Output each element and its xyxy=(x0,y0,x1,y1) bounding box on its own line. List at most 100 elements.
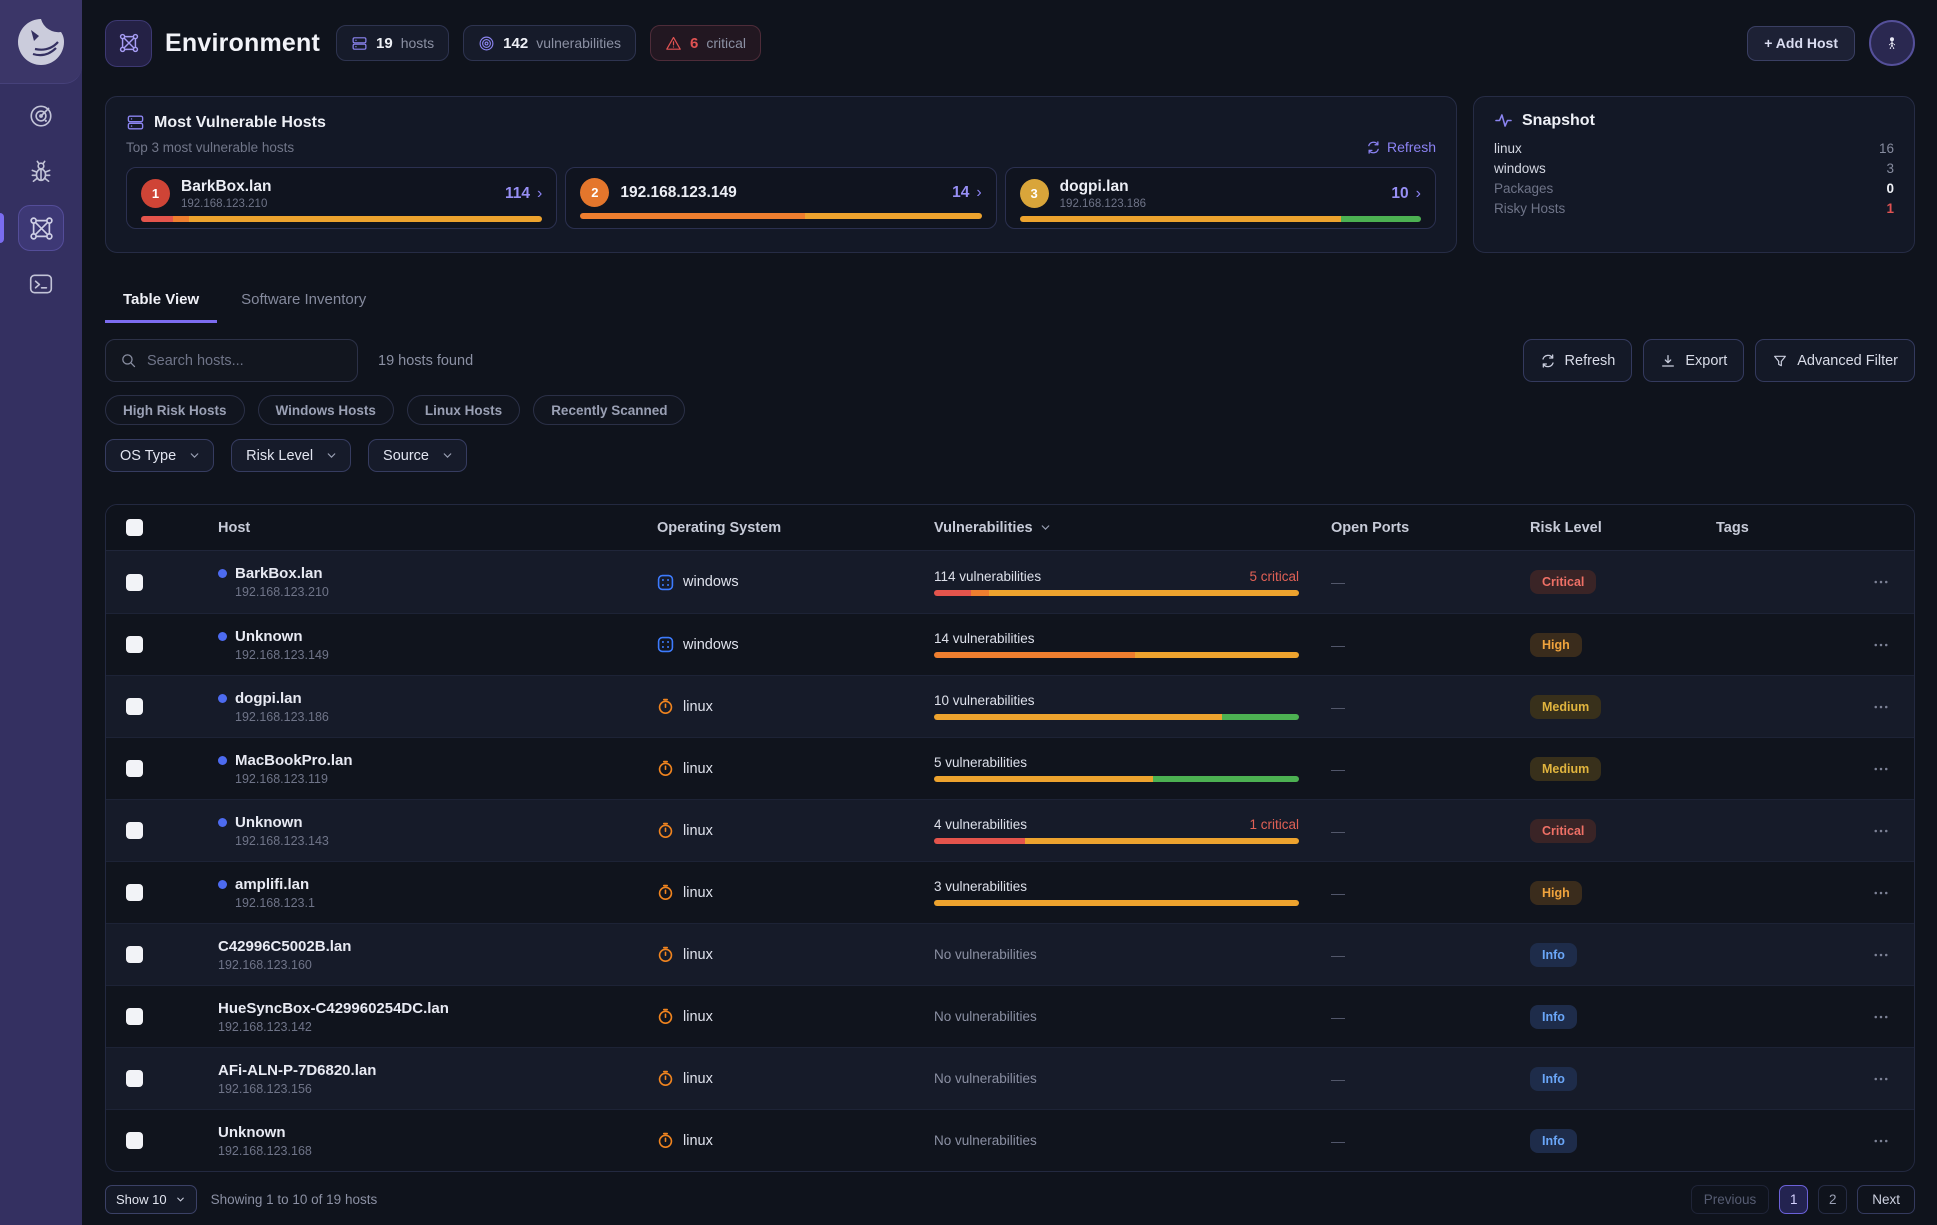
sidebar-item-bug[interactable] xyxy=(0,149,82,195)
table-row[interactable]: Unknown192.168.123.149windows14 vulnerab… xyxy=(106,613,1914,675)
avatar[interactable] xyxy=(1869,20,1915,66)
more-actions-button[interactable] xyxy=(1872,573,1890,591)
sidebar-item-terminal[interactable] xyxy=(0,261,82,307)
row-checkbox[interactable] xyxy=(126,1070,143,1087)
tab-software-inventory[interactable]: Software Inventory xyxy=(223,283,384,323)
row-select-cell xyxy=(106,574,198,591)
sidebar-item-radar[interactable] xyxy=(0,93,82,139)
quick-filter-chip[interactable]: High Risk Hosts xyxy=(105,395,245,425)
header-select-cell xyxy=(106,519,198,536)
table-row[interactable]: Unknown192.168.123.168linuxNo vulnerabil… xyxy=(106,1109,1914,1171)
badge-label: critical xyxy=(706,35,746,51)
table-row[interactable]: amplifi.lan192.168.123.1linux3 vulnerabi… xyxy=(106,861,1914,923)
sidebar-item-environment[interactable] xyxy=(0,205,82,251)
more-actions-button[interactable] xyxy=(1872,636,1890,654)
risk-level-badge: High xyxy=(1530,633,1582,657)
page-number-button[interactable]: 2 xyxy=(1818,1185,1847,1214)
next-page-button[interactable]: Next xyxy=(1857,1185,1915,1214)
snapshot-row: linux16 xyxy=(1494,138,1894,158)
most-vulnerable-refresh[interactable]: Refresh xyxy=(1366,139,1436,155)
os-cell: linux xyxy=(637,822,914,839)
card-top: 3dogpi.lan192.168.123.18610› xyxy=(1020,178,1421,210)
page-number-button[interactable]: 1 xyxy=(1779,1185,1808,1214)
snapshot-rows: linux16windows3Packages0Risky Hosts1 xyxy=(1494,138,1894,218)
row-checkbox[interactable] xyxy=(126,822,143,839)
badge-label: vulnerabilities xyxy=(536,35,621,51)
more-actions-button[interactable] xyxy=(1872,822,1890,840)
page-icon-box xyxy=(105,20,152,67)
row-checkbox[interactable] xyxy=(126,698,143,715)
more-actions-button[interactable] xyxy=(1872,946,1890,964)
host-cell: AFi-ALN-P-7D6820.lan192.168.123.156 xyxy=(198,1062,637,1096)
table-row[interactable]: C42996C5002B.lan192.168.123.160linuxNo v… xyxy=(106,923,1914,985)
vulnerable-host-card[interactable]: 1BarkBox.lan192.168.123.210114› xyxy=(126,167,557,229)
row-checkbox[interactable] xyxy=(126,946,143,963)
main-content: Environment 19hosts142vulnerabilities6cr… xyxy=(82,0,1937,1225)
table-row[interactable]: AFi-ALN-P-7D6820.lan192.168.123.156linux… xyxy=(106,1047,1914,1109)
advanced-filter-button[interactable]: Advanced Filter xyxy=(1755,339,1915,382)
vuln-summary: 14 vulnerabilities xyxy=(934,631,1299,646)
table-row[interactable]: dogpi.lan192.168.123.186linux10 vulnerab… xyxy=(106,675,1914,737)
row-checkbox[interactable] xyxy=(126,760,143,777)
select-all-checkbox[interactable] xyxy=(126,519,143,536)
tab-table-view[interactable]: Table View xyxy=(105,283,217,323)
pagination-controls: Previous 12 Next xyxy=(1691,1185,1915,1214)
previous-page-button[interactable]: Previous xyxy=(1691,1185,1770,1214)
risk-cell: Info xyxy=(1510,1067,1696,1091)
more-actions-button[interactable] xyxy=(1872,1132,1890,1150)
quick-filter-chip[interactable]: Recently Scanned xyxy=(533,395,685,425)
vulnerable-host-card[interactable]: 3dogpi.lan192.168.123.18610› xyxy=(1005,167,1436,229)
app-logo[interactable] xyxy=(0,0,82,84)
host-cell: Unknown192.168.123.168 xyxy=(198,1124,637,1158)
host-line: HueSyncBox-C429960254DC.lan xyxy=(218,1000,637,1017)
vulnerable-host-card[interactable]: 2192.168.123.14914› xyxy=(565,167,996,229)
add-host-button[interactable]: + Add Host xyxy=(1747,26,1855,61)
row-checkbox[interactable] xyxy=(126,1008,143,1025)
critical-warning-icon xyxy=(665,35,682,52)
row-checkbox[interactable] xyxy=(126,636,143,653)
refresh-icon xyxy=(1366,140,1381,155)
more-actions-button[interactable] xyxy=(1872,884,1890,902)
quick-filter-chip[interactable]: Linux Hosts xyxy=(407,395,520,425)
filter-dropdown-os-type[interactable]: OS Type xyxy=(105,439,214,472)
severity-bar xyxy=(934,900,1299,906)
online-dot xyxy=(218,880,227,889)
linux-os-icon xyxy=(657,1070,674,1087)
no-vulnerabilities-label: No vulnerabilities xyxy=(934,1071,1311,1086)
table-row[interactable]: Unknown192.168.123.143linux4 vulnerabili… xyxy=(106,799,1914,861)
row-select-cell xyxy=(106,760,198,777)
filter-dropdown-risk-level[interactable]: Risk Level xyxy=(231,439,351,472)
rank-badge: 3 xyxy=(1020,179,1049,208)
quick-filter-chip[interactable]: Windows Hosts xyxy=(258,395,394,425)
row-checkbox[interactable] xyxy=(126,884,143,901)
refresh-button[interactable]: Refresh xyxy=(1523,339,1633,382)
open-ports-cell: — xyxy=(1311,1009,1510,1025)
row-checkbox[interactable] xyxy=(126,574,143,591)
column-header-host: Host xyxy=(198,520,637,536)
host-ip: 192.168.123.210 xyxy=(235,585,637,599)
export-button[interactable]: Export xyxy=(1643,339,1744,382)
chevron-down-icon xyxy=(188,449,201,462)
filter-dropdown-source[interactable]: Source xyxy=(368,439,467,472)
risk-cell: High xyxy=(1510,633,1696,657)
more-actions-button[interactable] xyxy=(1872,1070,1890,1088)
vuln-count-label: 10 vulnerabilities xyxy=(934,693,1035,708)
open-ports-cell: — xyxy=(1311,1133,1510,1149)
more-actions-button[interactable] xyxy=(1872,1008,1890,1026)
linux-os-icon xyxy=(657,946,674,963)
table-row[interactable]: BarkBox.lan192.168.123.210windows114 vul… xyxy=(106,551,1914,613)
os-label: linux xyxy=(683,761,713,777)
more-actions-button[interactable] xyxy=(1872,760,1890,778)
actions-cell xyxy=(1846,636,1914,654)
page-size-select[interactable]: Show 10 xyxy=(105,1185,197,1214)
top-panels: Most Vulnerable Hosts Top 3 most vulnera… xyxy=(105,96,1915,253)
table-row[interactable]: MacBookPro.lan192.168.123.119linux5 vuln… xyxy=(106,737,1914,799)
row-checkbox[interactable] xyxy=(126,1132,143,1149)
search-input[interactable] xyxy=(147,353,327,369)
host-cell: Unknown192.168.123.143 xyxy=(198,814,637,848)
windows-os-icon xyxy=(657,636,674,653)
table-row[interactable]: HueSyncBox-C429960254DC.lan192.168.123.1… xyxy=(106,985,1914,1047)
vuln-summary: 114 vulnerabilities5 critical xyxy=(934,569,1299,584)
column-header-vulnerabilities[interactable]: Vulnerabilities xyxy=(914,520,1311,536)
more-actions-button[interactable] xyxy=(1872,698,1890,716)
